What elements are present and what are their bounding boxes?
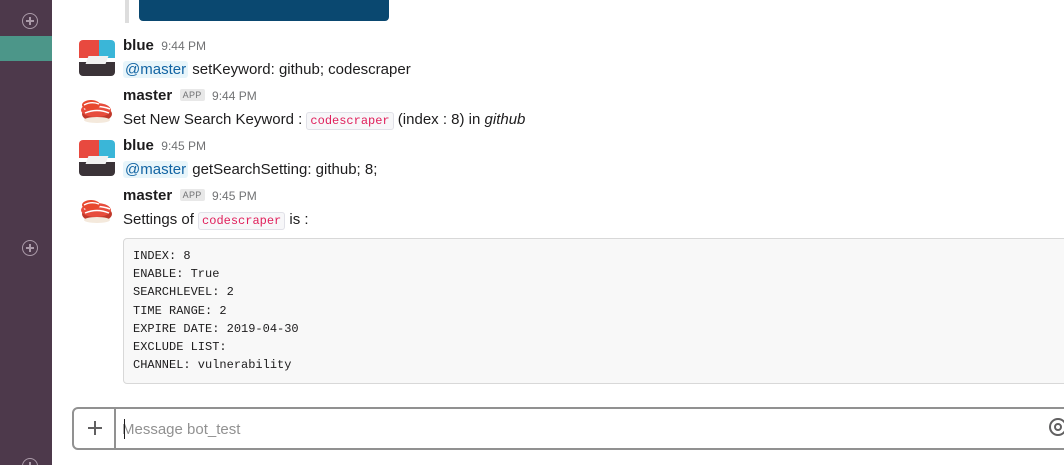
add-plus-icon[interactable]: [22, 458, 38, 465]
message-time[interactable]: 9:45 PM: [212, 189, 257, 203]
message-text: setKeyword: github; codescraper: [192, 61, 411, 78]
message-time[interactable]: 9:44 PM: [161, 39, 206, 53]
attach-plus-button[interactable]: [74, 409, 116, 448]
code-line: ENABLE: True: [133, 267, 220, 282]
sushi-icon: [81, 200, 112, 223]
message-body: Set New Search Keyword : codescraper (in…: [123, 109, 1064, 132]
code-line: TIME RANGE: 2: [133, 303, 227, 318]
code-block: INDEX: 8 ENABLE: True SEARCHLEVEL: 2 TIM…: [123, 238, 1064, 384]
code-line: EXPIRE DATE: 2019-04-30: [133, 321, 299, 336]
message-text: getSearchSetting: github; 8;: [192, 161, 378, 178]
message-body: Settings of codescraper is :: [123, 209, 1064, 232]
message-body: @master setKeyword: github; codescraper: [123, 59, 1064, 81]
inline-code: codescraper: [306, 112, 394, 130]
inline-code: codescraper: [198, 212, 286, 230]
app-badge: APP: [179, 189, 205, 201]
code-line: SEARCHLEVEL: 2: [133, 285, 234, 300]
sidebar-active-channel[interactable]: [0, 36, 52, 61]
message-text: is :: [285, 211, 309, 228]
attachment-image[interactable]: [139, 0, 389, 21]
code-line: INDEX: 8: [133, 249, 191, 263]
avatar[interactable]: [79, 190, 115, 226]
avatar[interactable]: [79, 90, 115, 126]
message-text-italic: github: [484, 111, 526, 128]
message-composer: [72, 407, 1064, 450]
message-input[interactable]: [122, 418, 1022, 440]
message-time[interactable]: 9:44 PM: [212, 89, 257, 103]
text-caret: [124, 419, 125, 439]
sushi-icon: [81, 100, 112, 123]
message-author[interactable]: master: [123, 87, 172, 104]
code-line: CHANNEL: vulnerability: [133, 358, 292, 373]
add-app-plus-icon[interactable]: [22, 240, 38, 256]
workspace-sidebar: [0, 0, 52, 465]
user-mention[interactable]: @master: [123, 61, 189, 78]
message-author[interactable]: master: [123, 187, 172, 204]
add-channel-plus-icon[interactable]: [22, 13, 38, 29]
code-line: EXCLUDE LIST:: [133, 340, 227, 355]
message-text: Set New Search Keyword :: [123, 111, 307, 128]
message-body: @master getSearchSetting: github; 8;: [123, 159, 1064, 181]
mention-at-icon[interactable]: [1049, 418, 1064, 436]
message-text: (index : 8) in: [393, 111, 485, 128]
user-mention[interactable]: @master: [123, 161, 189, 178]
avatar[interactable]: [79, 140, 115, 176]
message-author[interactable]: blue: [123, 37, 154, 54]
app-badge: APP: [179, 89, 205, 101]
attachment-border: [125, 0, 129, 23]
avatar[interactable]: [79, 40, 115, 76]
message-time[interactable]: 9:45 PM: [161, 139, 206, 153]
message-text: Settings of: [123, 211, 199, 228]
message-author[interactable]: blue: [123, 137, 154, 154]
message-pane: blue 9:44 PM @master setKeyword: github;…: [52, 0, 1064, 465]
